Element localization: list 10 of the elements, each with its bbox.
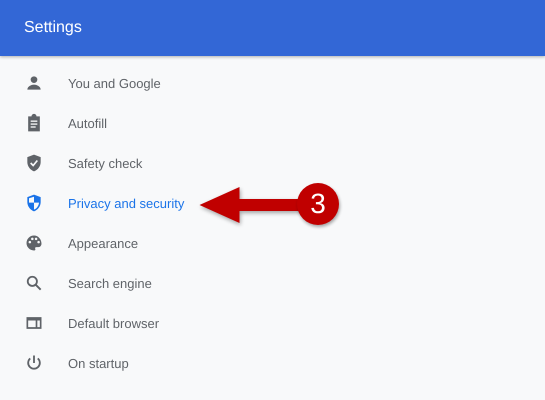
menu-item[interactable]: Search engine: [0, 263, 264, 303]
menu-item[interactable]: Privacy and security: [0, 183, 264, 223]
step-number-badge: 3: [297, 183, 339, 225]
menu-item[interactable]: Default browser: [0, 303, 264, 343]
menu-item[interactable]: Safety check: [0, 143, 264, 183]
page-title: Settings: [24, 19, 82, 37]
menu-item[interactable]: You and Google: [0, 63, 264, 103]
menu-item[interactable]: Autofill: [0, 103, 264, 143]
menu-item[interactable]: Appearance: [0, 223, 264, 263]
menu-item[interactable]: On startup: [0, 343, 264, 383]
